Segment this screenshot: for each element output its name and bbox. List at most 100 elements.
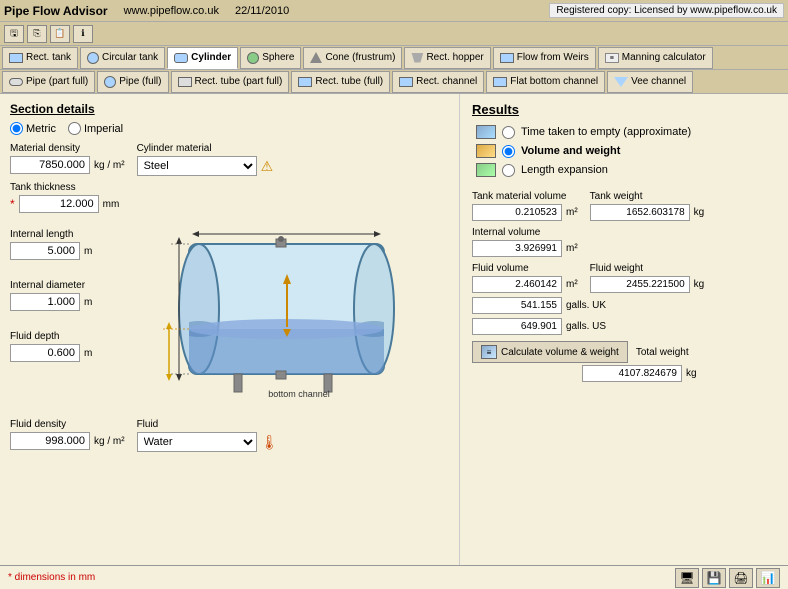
dimensions-note: * dimensions in mm (8, 572, 95, 583)
section-title: Section details (10, 102, 449, 116)
calc-icon: ≡ (481, 345, 497, 359)
tab-circular-tank[interactable]: Circular tank (80, 47, 165, 69)
pipe-part-icon (9, 78, 23, 86)
metric-radio[interactable]: Metric (10, 122, 56, 135)
material-density-input[interactable] (10, 156, 90, 174)
internal-diameter-unit: m (84, 297, 92, 308)
menu-icon-1[interactable]: 🖫 (4, 25, 24, 43)
tank-thickness-input[interactable] (19, 195, 99, 213)
flow-weirs-icon (500, 53, 514, 63)
manning-icon: ≡ (605, 53, 619, 63)
rect-hopper-icon (411, 53, 423, 63)
fluid-icon: 🌡 (261, 434, 279, 451)
status-icon-4[interactable]: 📊 (756, 568, 780, 588)
fluid-volume-us-input (472, 318, 562, 335)
tab-rect-tube-part[interactable]: Rect. tube (part full) (171, 71, 290, 93)
rect-tube-part-icon (178, 77, 192, 87)
tab-vee-channel[interactable]: Vee channel (607, 71, 693, 93)
total-weight-input (582, 365, 682, 382)
menu-icon-3[interactable]: 📋 (50, 25, 70, 43)
reg-text: Registered copy: Licensed by www.pipeflo… (549, 3, 784, 18)
internal-length-unit: m (84, 246, 92, 257)
fluid-depth-unit: m (84, 348, 92, 359)
tab-rect-channel[interactable]: Rect. channel (392, 71, 484, 93)
tab-rect-hopper[interactable]: Rect. hopper (404, 47, 490, 69)
volume-label: Volume and weight (521, 145, 620, 157)
sphere-icon (247, 52, 259, 64)
tank-material-volume-input (472, 204, 562, 221)
tank-weight-input (590, 204, 690, 221)
vee-channel-icon (614, 77, 628, 87)
tab-sphere[interactable]: Sphere (240, 47, 301, 69)
tank-material-volume-unit: m² (566, 207, 578, 218)
internal-length-input[interactable] (10, 242, 80, 260)
fluid-weight-unit: kg (694, 279, 705, 290)
fluid-weight-input (590, 276, 690, 293)
fluid-volume-unit: m² (566, 279, 578, 290)
internal-diameter-label: Internal diameter (10, 280, 140, 291)
results-title: Results (472, 102, 776, 117)
result-option-volume[interactable]: Volume and weight (476, 144, 776, 158)
internal-volume-unit: m² (566, 243, 578, 254)
fluid-depth-input[interactable] (10, 344, 80, 362)
tab-cone[interactable]: Cone (frustrum) (303, 47, 402, 69)
tank-material-volume-label: Tank material volume (472, 191, 578, 202)
fluid-volume-uk-unit: galls. UK (566, 300, 606, 311)
fluid-label: Fluid (137, 419, 279, 430)
tab-pipe-part[interactable]: Pipe (part full) (2, 71, 95, 93)
fluid-density-unit: kg / m² (94, 436, 125, 447)
menu-icon-2[interactable]: ⎘ (27, 25, 47, 43)
fluid-weight-label: Fluid weight (590, 263, 705, 274)
menu-icon-4[interactable]: ℹ (73, 25, 93, 43)
status-icon-2[interactable]: 💾 (702, 568, 726, 588)
fluid-volume-us-unit: galls. US (566, 321, 606, 332)
internal-volume-label: Internal volume (472, 227, 776, 238)
tank-weight-unit: kg (694, 207, 705, 218)
total-weight-label: Total weight (636, 347, 689, 358)
cylinder-material-label: Cylinder material (137, 143, 274, 154)
material-density-label: Material density (10, 143, 125, 154)
internal-length-label: Internal length (10, 229, 140, 240)
fluid-select[interactable]: Water (137, 432, 257, 452)
volume-icon (476, 144, 496, 158)
tab-manning[interactable]: ≡ Manning calculator (598, 47, 713, 69)
imperial-radio[interactable]: Imperial (68, 122, 123, 135)
result-option-time[interactable]: Time taken to empty (approximate) (476, 125, 776, 139)
tab-rect-tube-full[interactable]: Rect. tube (full) (291, 71, 390, 93)
app-date: 22/11/2010 (235, 5, 549, 17)
tab-rect-tank[interactable]: Rect. tank (2, 47, 78, 69)
circular-tank-icon (87, 52, 99, 64)
result-option-length[interactable]: Length expansion (476, 163, 776, 177)
status-icon-3[interactable]: 🖨 (729, 568, 753, 588)
tab-pipe-full[interactable]: Pipe (full) (97, 71, 168, 93)
status-icon-1[interactable]: 🖥 (675, 568, 699, 588)
svg-text:bottom channel: bottom channel (268, 389, 330, 399)
cone-icon (310, 52, 322, 63)
calculate-btn[interactable]: ≡ Calculate volume & weight (472, 341, 628, 363)
fluid-volume-uk-input (472, 297, 562, 314)
time-icon (476, 125, 496, 139)
rect-tank-icon (9, 53, 23, 63)
tab-flow-weirs[interactable]: Flow from Weirs (493, 47, 596, 69)
warning-icon: ⚠ (261, 158, 274, 175)
cylinder-icon (174, 53, 188, 63)
tank-weight-label: Tank weight (590, 191, 705, 202)
fluid-density-input[interactable] (10, 432, 90, 450)
status-icons: 🖥 💾 🖨 📊 (675, 568, 780, 588)
cylinder-material-select[interactable]: Steel (137, 156, 257, 176)
time-label: Time taken to empty (approximate) (521, 126, 691, 138)
fluid-density-label: Fluid density (10, 419, 125, 430)
required-marker: * (10, 197, 15, 211)
rect-channel-icon (399, 77, 413, 87)
length-icon (476, 163, 496, 177)
app-title: Pipe Flow Advisor (4, 4, 108, 18)
fluid-volume-input (472, 276, 562, 293)
tab-flat-bottom[interactable]: Flat bottom channel (486, 71, 605, 93)
tank-thickness-label: Tank thickness (10, 182, 449, 193)
rect-tube-full-icon (298, 77, 312, 87)
flat-bottom-icon (493, 77, 507, 87)
length-label: Length expansion (521, 164, 608, 176)
tab-cylinder[interactable]: Cylinder (167, 47, 238, 69)
internal-volume-input (472, 240, 562, 257)
internal-diameter-input[interactable] (10, 293, 80, 311)
